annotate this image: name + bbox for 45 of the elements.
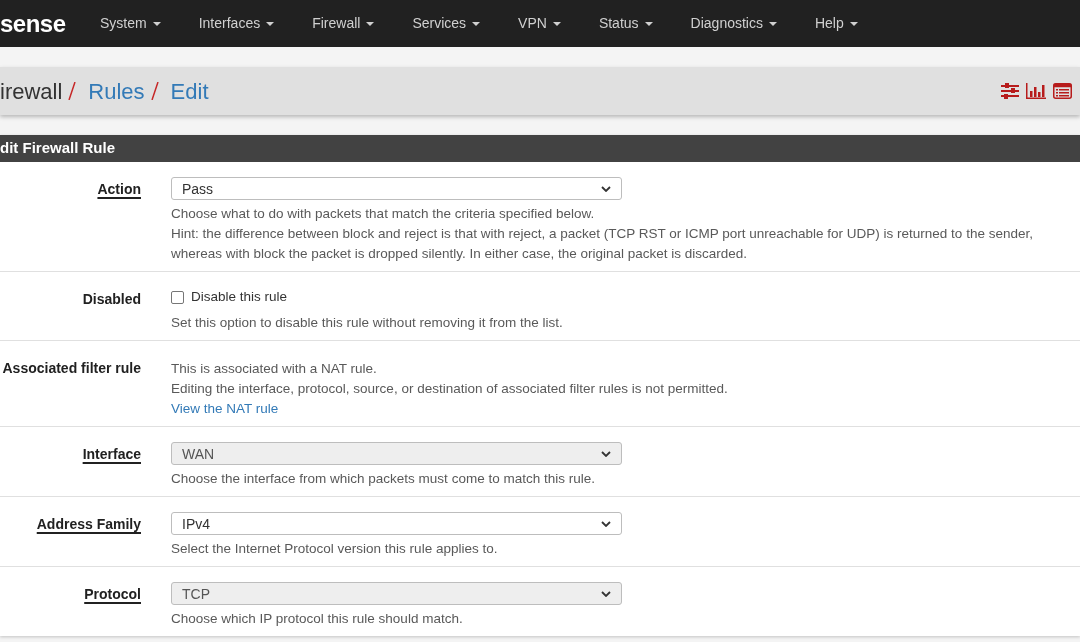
help-text: Choose which IP protocol this rule should match.: [171, 610, 464, 628]
bar-chart-icon[interactable]: [1026, 83, 1046, 99]
help-text: Editing the interface, protocol, source, or destination of associated filter rules is not permitted.: [171, 380, 729, 398]
caret-icon: [472, 21, 481, 26]
help-text: This is associated with a NAT rule.: [171, 360, 378, 378]
chevron-down-icon: [601, 450, 611, 457]
panel-heading: dit Firewall Rule: [0, 135, 1080, 162]
nav-menu-item[interactable]: Status: [598, 13, 653, 34]
caret-icon: [152, 21, 161, 26]
chevron-down-icon: [601, 590, 611, 597]
caret-icon: [552, 21, 561, 26]
checkbox[interactable]: [171, 290, 184, 304]
select-field[interactable]: IPv4: [171, 512, 622, 535]
caret-icon: [849, 21, 858, 26]
nav-menu-item[interactable]: System: [100, 13, 161, 34]
field-label-link[interactable]: Action: [97, 181, 141, 197]
nav-menu-item[interactable]: VPN: [518, 13, 561, 34]
caret-icon: [768, 21, 777, 26]
nav-menu-item[interactable]: Interfaces: [198, 13, 275, 34]
help-text: Choose the interface from which packets must come to match this rule.: [171, 470, 596, 488]
help-text: Set this option to disable this rule without removing it from the list.: [171, 314, 564, 332]
nav-menu-item[interactable]: Diagnostics: [690, 13, 777, 34]
separator-icon: [68, 82, 77, 100]
caret-icon: [266, 21, 275, 26]
checkbox-label[interactable]: Disable this rule: [191, 287, 288, 307]
sliders-icon[interactable]: [1001, 83, 1019, 99]
chevron-down-icon: [601, 185, 611, 192]
list-icon[interactable]: [1053, 83, 1072, 99]
nav-menu-item[interactable]: Help: [814, 13, 858, 34]
field-label-link[interactable]: Address Family: [36, 516, 141, 532]
caret-icon: [366, 21, 375, 26]
help-text: Choose what to do with packets that match the criteria specified below.: [171, 205, 596, 223]
nav-menu-item[interactable]: Firewall: [312, 13, 375, 34]
breadcrumb-text: irewall: [0, 77, 63, 106]
logo[interactable]: sense: [0, 5, 100, 42]
nav-menu-item[interactable]: Services: [412, 13, 481, 34]
field-label: Disabled: [82, 291, 141, 307]
chevron-down-icon: [601, 520, 611, 527]
help-text: Hint: the difference between block and reject is that with reject, a packet (TCP RST or ICMP port unreachable for UDP) is returned to the sender, whereas with block the packet is dropped silently. In either case, the original packet is discarded.: [171, 225, 1034, 263]
field-label: Associated filter rule: [2, 360, 141, 376]
caret-icon: [644, 21, 653, 26]
select-field[interactable]: Pass: [171, 177, 622, 200]
help-text: Select the Internet Protocol version this rule applies to.: [171, 540, 499, 558]
nat-rule-link[interactable]: View the NAT rule: [171, 399, 279, 419]
separator-icon: [150, 82, 159, 100]
